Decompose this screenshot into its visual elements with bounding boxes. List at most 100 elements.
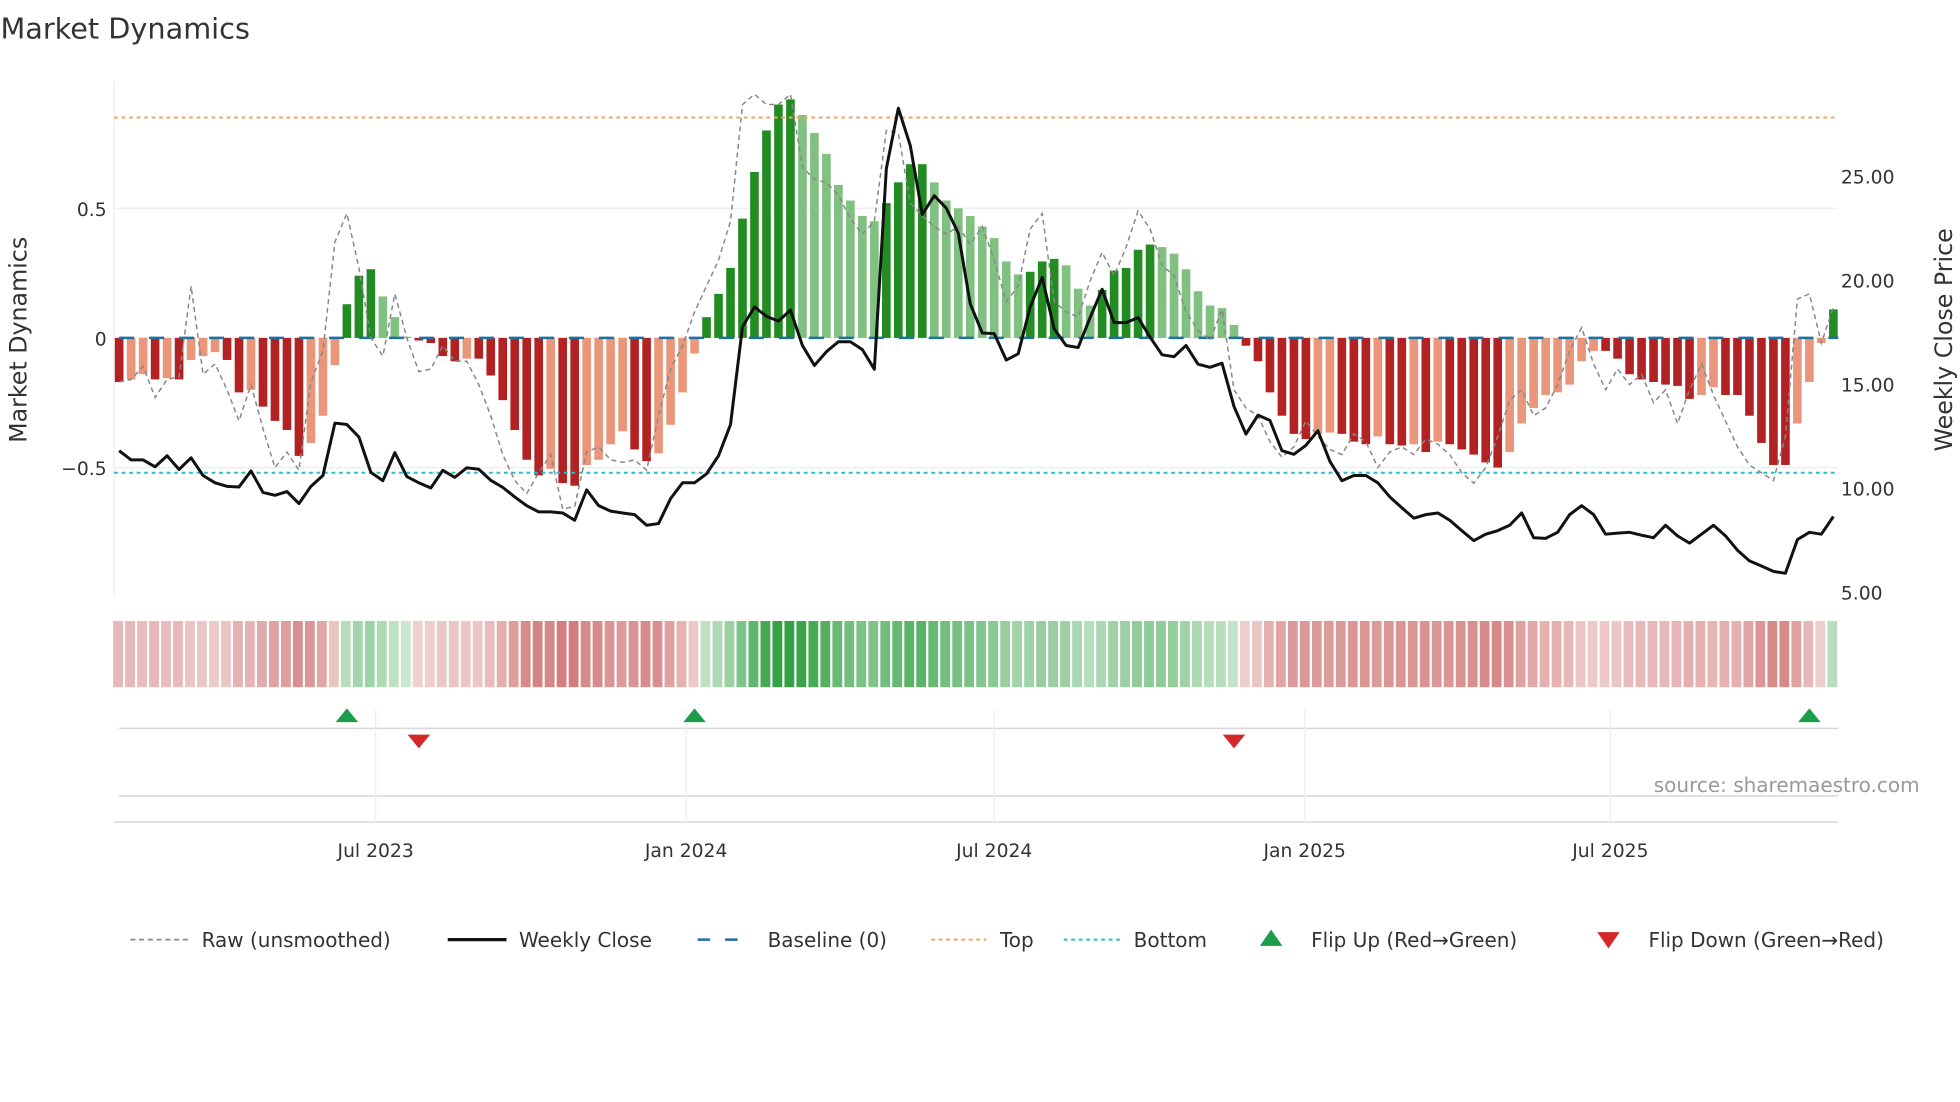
strip-cell [1611, 620, 1622, 688]
legend-item-raw: Raw (unsmoothed) [130, 928, 391, 952]
strip-cell [1347, 620, 1358, 688]
dynamics-bar [330, 337, 340, 366]
strip-cell [628, 620, 639, 688]
legend-item-flip_up: Flip Up (Red→Green) [1259, 928, 1517, 952]
dynamics-bar [1577, 337, 1586, 362]
dynamics-bar [810, 133, 819, 338]
y-tick-label: 0.5 [77, 200, 107, 221]
dynamics-bar [726, 267, 735, 338]
strip-cell [1275, 620, 1286, 688]
strip-cell [1827, 620, 1838, 688]
dynamics-bar [1613, 337, 1622, 359]
y2-tick-label: 25.00 [1841, 168, 1895, 189]
strip-cell [137, 620, 147, 688]
dynamics-bar [474, 337, 484, 359]
dynamics-bar [546, 337, 556, 469]
dynamics-bar [1637, 337, 1646, 380]
strip-cell [1539, 620, 1550, 688]
strip-cell [556, 620, 567, 688]
legend-label: Top [999, 928, 1034, 952]
strip-cell [113, 620, 123, 688]
strip-cell [1623, 620, 1634, 688]
strip-cell [376, 620, 387, 688]
strip-cell [496, 620, 507, 688]
strip-cell [1156, 620, 1166, 688]
strip-cell [568, 620, 579, 688]
dynamics-bar [1385, 337, 1395, 445]
y2-tick-label: 20.00 [1841, 272, 1895, 293]
strip-cell [1120, 620, 1130, 688]
strip-cell [1407, 620, 1418, 688]
strip-cell [784, 620, 795, 688]
dynamics-bar [318, 337, 328, 416]
flip-up-marker [335, 708, 359, 723]
strip-cell [173, 620, 183, 688]
legend-item-flip_down: Flip Down (Green→Red) [1597, 928, 1884, 952]
legend-item-top: Top [931, 928, 1034, 952]
strip-cell [664, 620, 675, 688]
dynamics-bar [1445, 337, 1455, 445]
strip-cell [1060, 620, 1070, 688]
strip-cell [256, 620, 267, 688]
strip-cell [1335, 620, 1346, 688]
strip-cell [736, 620, 747, 688]
strip-cell [652, 620, 663, 688]
dynamics-bar [222, 337, 232, 360]
dynamics-bar [977, 226, 987, 338]
dynamics-bar [282, 337, 292, 430]
x-tick-label: Jul 2024 [955, 841, 1032, 862]
market-dynamics-chart: Market Dynamics Jul 2023 Jan 2024 Jul 2024… [0, 12, 1958, 952]
strip-cell [1731, 620, 1742, 688]
legend-label: Weekly Close [519, 928, 652, 952]
dynamics-bar [846, 200, 855, 338]
strip-cell [1287, 620, 1298, 688]
strip-cell [616, 620, 627, 688]
dynamics-bar [462, 337, 472, 359]
strip-cell [1503, 620, 1514, 688]
strip-cell [676, 620, 687, 688]
dynamics-bar [126, 337, 136, 380]
strip-cell [1239, 620, 1250, 688]
dynamics-bar [1409, 337, 1419, 445]
dynamics-bar [558, 337, 567, 484]
series-lines [118, 92, 1835, 575]
dynamics-bar [1157, 247, 1167, 338]
strip-cell [352, 620, 363, 688]
dynamics-bar [378, 296, 388, 338]
x-tick-label: Jul 2023 [337, 841, 414, 862]
y2-axis-label: Weekly Close Price [1930, 228, 1958, 451]
strip-cell [412, 620, 423, 688]
strip-cell [1036, 620, 1047, 688]
strip-cell [760, 620, 771, 688]
dynamics-bar [1145, 244, 1155, 338]
dynamics-bar [906, 164, 915, 338]
strip-cell [904, 620, 915, 688]
strip-cell [796, 620, 807, 688]
strip-cell [1527, 620, 1538, 688]
dynamics-bar [834, 184, 843, 338]
raw-line [118, 92, 1835, 510]
strip-cell [197, 620, 207, 688]
strip-cell [448, 620, 459, 688]
dynamics-bar [1541, 337, 1550, 395]
strip-cell [1443, 620, 1454, 688]
strip-cell [688, 620, 699, 688]
dynamics-bar [246, 337, 256, 390]
dynamics-bar [1805, 337, 1814, 383]
dynamics-bar [1037, 261, 1047, 338]
strip-cell [1671, 620, 1682, 688]
strip-cell [1563, 620, 1574, 688]
dynamics-bar [762, 130, 771, 338]
dynamics-bar [1433, 337, 1443, 442]
y2-tick-label: 15.00 [1841, 376, 1895, 397]
strip-cell [832, 620, 843, 688]
dynamics-bar [1601, 337, 1610, 351]
strip-cell [1479, 620, 1490, 688]
strip-cell [952, 620, 963, 688]
dynamics-bar [894, 182, 903, 338]
dynamics-bar [941, 200, 951, 338]
strip-cell [1299, 620, 1310, 688]
dynamics-bar [510, 337, 520, 430]
strip-cell [1599, 620, 1610, 688]
dynamics-bar [1469, 337, 1479, 455]
